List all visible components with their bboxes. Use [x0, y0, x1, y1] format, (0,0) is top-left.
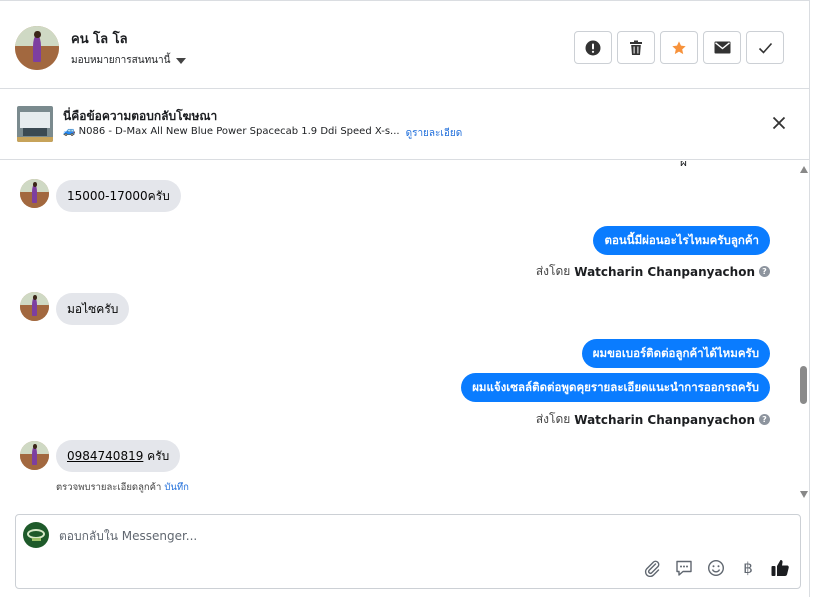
detail-note-text: ตรวจพบรายละเอียดลูกค้า [56, 482, 162, 493]
trash-icon [630, 40, 642, 55]
scroll-down-arrow[interactable] [800, 491, 808, 498]
sender-name: Watcharin Chanpanyachon [574, 412, 755, 427]
close-ad-banner-button[interactable] [770, 114, 788, 132]
incoming-message[interactable]: มอไซครับ [56, 293, 130, 325]
contact-avatar-small[interactable] [20, 441, 49, 470]
saved-replies-button[interactable] [674, 558, 694, 578]
spam-button[interactable] [574, 31, 612, 64]
ad-details-link[interactable]: ดูรายละเอียด [406, 126, 463, 141]
reply-input[interactable] [59, 527, 659, 545]
incoming-message[interactable]: 15000-17000ครับ [56, 180, 181, 212]
ad-thumbnail [17, 106, 53, 142]
contact-avatar-small[interactable] [20, 292, 49, 321]
sent-by-label: ส่งโดย [535, 412, 571, 426]
outgoing-message[interactable]: ผมขอเบอร์ติดต่อลูกค้าได้ไหมครับ [581, 339, 770, 368]
car-icon: 🚙 [63, 126, 76, 137]
attachment-icon [644, 560, 660, 577]
check-icon [758, 42, 772, 54]
baht-icon: ฿ [743, 559, 753, 577]
outgoing-message[interactable]: ผมแจ้งเซลล์ติดต่อพูดคุยรายละเอียดแนะนำกา… [461, 373, 770, 402]
ad-description: N086 - D-Max All New Blue Power Spacecab… [78, 126, 400, 137]
emoji-button[interactable] [706, 558, 726, 578]
emoji-icon [707, 559, 725, 577]
like-button[interactable] [770, 558, 790, 578]
done-button[interactable] [746, 31, 784, 64]
help-icon[interactable]: ? [759, 266, 770, 277]
sender-name: Watcharin Chanpanyachon [574, 264, 755, 279]
payment-button[interactable]: ฿ [738, 558, 758, 578]
composer-tools: ฿ [642, 558, 790, 578]
chevron-down-icon [176, 57, 187, 64]
star-button[interactable] [660, 31, 698, 64]
alert-icon [585, 40, 601, 55]
star-icon [672, 40, 686, 54]
delete-button[interactable] [617, 31, 655, 64]
customer-detail-note: ตรวจพบรายละเอียดลูกค้า บันทึก [56, 480, 189, 495]
mark-unread-button[interactable] [703, 31, 741, 64]
thread-scrollbar[interactable] [797, 161, 810, 506]
ad-banner-title: นี่คือข้อความตอบกลับโฆษณา [63, 109, 218, 123]
conversation-header: คน โล โล มอบหมายการสนทนานี้ [0, 9, 810, 89]
like-icon [771, 560, 789, 576]
page-avatar [23, 522, 49, 548]
scroll-up-arrow[interactable] [800, 166, 808, 173]
assign-conversation-dropdown[interactable]: มอบหมายการสนทนานี้ [71, 53, 187, 68]
sent-by-info: ส่งโดย Watcharin Chanpanyachon ? [536, 410, 770, 429]
saved-reply-icon [676, 560, 692, 576]
help-icon[interactable]: ? [759, 414, 770, 425]
contact-name[interactable]: คน โล โล [71, 28, 128, 49]
phone-number-link[interactable]: 0984740819 [67, 449, 143, 463]
attachment-button[interactable] [642, 558, 662, 578]
message-text: ครับ [143, 449, 170, 463]
ad-banner-subtitle: 🚙 N086 - D-Max All New Blue Power Spacec… [63, 126, 462, 141]
cut-off-message-text: ผ [680, 161, 688, 169]
contact-avatar[interactable] [15, 26, 59, 70]
conversation-panel: คน โล โล มอบหมายการสนทนานี้ นี่คือข้อควา… [0, 0, 810, 597]
incoming-message[interactable]: 0984740819 ครับ [56, 440, 181, 472]
sent-by-label: ส่งโดย [535, 264, 571, 278]
contact-avatar-small[interactable] [20, 179, 49, 208]
assign-label: มอบหมายการสนทนานี้ [71, 55, 171, 66]
header-actions [574, 31, 784, 64]
outgoing-message[interactable]: ตอนนี้มีผ่อนอะไรไหมครับลูกค้า [593, 226, 770, 255]
reply-composer: ฿ [15, 514, 801, 589]
message-thread[interactable]: ผ 15000-17000ครับ ตอนนี้มีผ่อนอะไรไหมครั… [0, 161, 797, 506]
mail-icon [714, 41, 730, 54]
close-icon [772, 116, 786, 130]
ad-reply-banner: นี่คือข้อความตอบกลับโฆษณา 🚙 N086 - D-Max… [0, 90, 810, 160]
scrollbar-thumb[interactable] [800, 366, 807, 404]
sent-by-info: ส่งโดย Watcharin Chanpanyachon ? [536, 262, 770, 281]
save-detail-link[interactable]: บันทึก [164, 482, 189, 493]
